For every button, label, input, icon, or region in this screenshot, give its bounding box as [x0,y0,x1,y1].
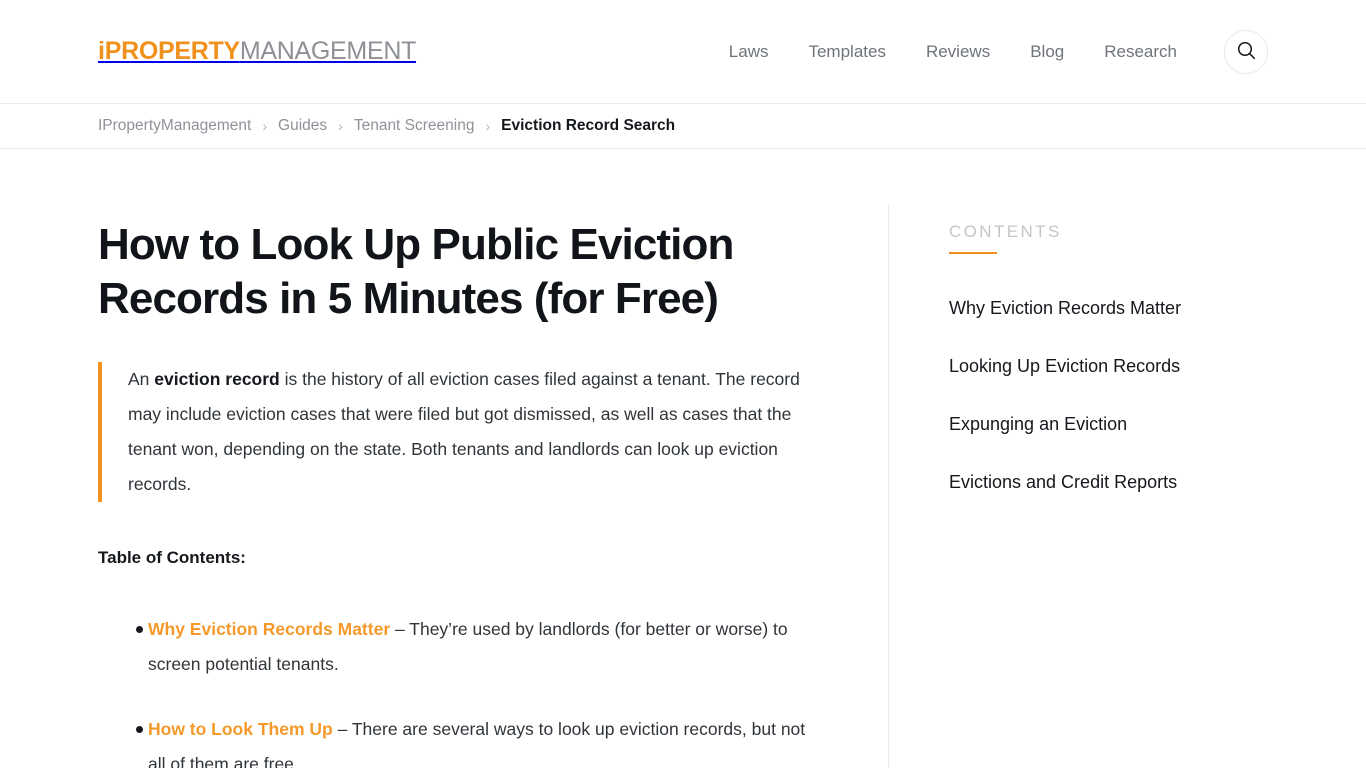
callout-lead: An [128,369,155,389]
list-item: How to Look Them Up – There are several … [98,712,818,768]
breadcrumb-separator: › [338,118,343,134]
sidebar-item-expunging-an-eviction[interactable]: Expunging an Eviction [949,414,1366,435]
logo-primary-text: PROPERTY [104,37,240,65]
breadcrumb-item-home[interactable]: IPropertyManagement [98,117,251,135]
search-button[interactable] [1224,29,1268,74]
toc-link-why-eviction-records-matter[interactable]: Why Eviction Records Matter [148,619,390,639]
page-body: How to Look Up Public Eviction Records i… [0,149,1366,768]
search-icon [1237,41,1256,63]
logo-secondary-text: MANAGEMENT [239,37,417,65]
sidebar-item-evictions-and-credit-reports[interactable]: Evictions and Credit Reports [949,472,1366,493]
contents-title: CONTENTS [949,222,1062,241]
callout-text: An eviction record is the history of all… [128,362,818,502]
breadcrumb-item-tenant-screening[interactable]: Tenant Screening [354,117,475,135]
main-navigation: Laws Templates Reviews Blog Research [709,29,1268,74]
site-logo[interactable]: i PROPERTY MANAGEMENT [98,37,416,66]
nav-item-templates[interactable]: Templates [788,36,905,68]
breadcrumb-separator: › [485,118,491,134]
breadcrumb-item-current: Eviction Record Search [501,117,676,134]
article-column: How to Look Up Public Eviction Records i… [98,218,888,768]
nav-item-laws[interactable]: Laws [709,36,789,68]
contents-underline [949,252,997,254]
callout-bold-term: eviction record [154,369,280,389]
breadcrumb-separator: › [262,118,268,134]
site-header: i PROPERTY MANAGEMENT Laws Templates Revie… [0,0,1366,103]
nav-item-research[interactable]: Research [1084,36,1197,68]
nav-item-reviews[interactable]: Reviews [906,36,1010,68]
nav-item-blog[interactable]: Blog [1010,36,1084,68]
toc-heading: Table of Contents: [98,548,246,567]
sidebar-item-why-eviction-records-matter[interactable]: Why Eviction Records Matter [949,298,1366,319]
list-item: Why Eviction Records Matter – They’re us… [98,612,818,682]
logo-i-mark: i [98,37,105,65]
sidebar-item-looking-up-eviction-records[interactable]: Looking Up Eviction Records [949,356,1366,377]
breadcrumb: IPropertyManagement › Guides › Tenant Sc… [0,103,1366,149]
contents-sidebar: CONTENTS Why Eviction Records Matter Loo… [889,218,1366,768]
breadcrumb-item-guides[interactable]: Guides [278,117,327,135]
definition-callout: An eviction record is the history of all… [98,362,818,502]
toc-list: Why Eviction Records Matter – They’re us… [98,612,818,768]
page-title: How to Look Up Public Eviction Records i… [98,220,734,323]
toc-link-how-to-look-them-up[interactable]: How to Look Them Up [148,719,333,739]
